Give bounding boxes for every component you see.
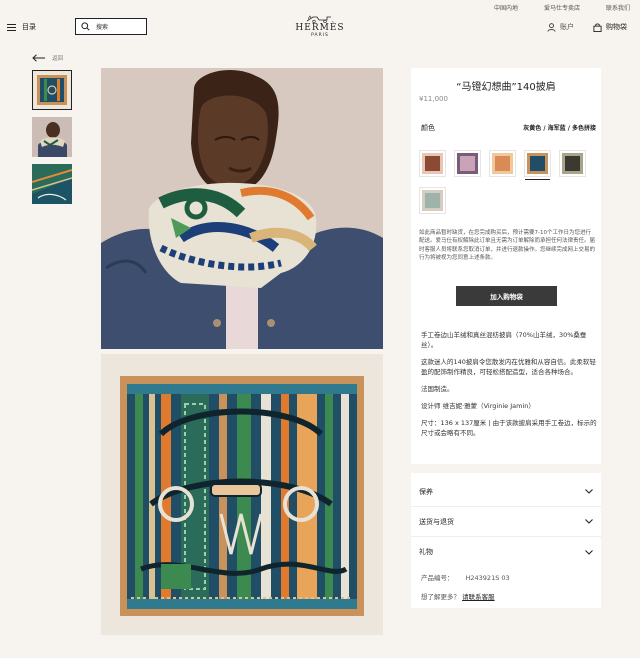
account-label: 账户	[560, 23, 574, 31]
logo-city: PARIS	[311, 33, 329, 38]
chevron-down-icon	[585, 549, 593, 555]
chevron-down-icon	[585, 489, 593, 494]
swatch-brown[interactable]	[419, 150, 446, 177]
swatch-orange[interactable]	[489, 150, 516, 177]
accordion-gift[interactable]: 礼物	[411, 537, 601, 567]
product-price: ¥11,000	[419, 95, 448, 103]
user-icon	[547, 22, 556, 32]
hermes-logo[interactable]: HERMÈS PARIS	[290, 14, 350, 38]
color-value: 灰黄色 / 海军蓝 / 多色拼接	[523, 125, 596, 132]
accordion-delivery-label: 送货与退货	[419, 517, 454, 526]
info-accordion: 保养 送货与退货 礼物 产品编号： H243921S 03 想了解更多？ 请联系客…	[411, 473, 601, 608]
model-thumb	[32, 117, 72, 157]
swatch-grey-fill	[422, 190, 443, 211]
thumbnail-scarf-flat[interactable]	[32, 70, 72, 110]
back-link[interactable]: 返回	[32, 54, 63, 62]
swatch-navy-fill	[527, 153, 548, 174]
arrow-left-icon	[32, 54, 45, 62]
logo-brand: HERMÈS	[295, 23, 345, 33]
description-designer: 设计师 维吉妮·雅蒙（Virginie Jamin）	[421, 402, 535, 410]
product-reference: 产品编号： H243921S 03	[421, 572, 510, 582]
product-title: “马镫幻想曲”140披肩	[456, 82, 556, 93]
stores-link[interactable]: 爱马仕专卖店	[544, 3, 580, 12]
top-utility-bar: 中国内地 爱马仕专卖店 联系我们	[0, 0, 640, 12]
swatch-black[interactable]	[559, 150, 586, 177]
product-info-panel: “马镫幻想曲”140披肩 ¥11,000 颜色 灰黄色 / 海军蓝 / 多色拼接…	[411, 68, 601, 464]
swatch-pink-fill	[457, 153, 478, 174]
contact-service-link[interactable]: 请联系客服	[462, 593, 495, 601]
swatch-navy[interactable]	[524, 150, 551, 180]
color-label: 颜色	[421, 124, 435, 132]
reference-value: H243921S 03	[465, 574, 510, 582]
product-description: 手工卷边山羊绒和真丝混纺披肩（70%山羊绒，30%桑蚕丝）。 这款迷人的140披…	[421, 330, 597, 445]
site-header: 目录 搜索 HERMÈS PARIS 账户 购物袋	[0, 12, 640, 46]
accordion-gift-label: 礼物	[419, 548, 433, 556]
product-photo-scarf[interactable]	[101, 354, 383, 635]
swatch-brown-fill	[422, 153, 443, 174]
contact-prefix: 想了解更多？	[421, 593, 460, 601]
menu-button[interactable]: 目录	[7, 22, 36, 32]
shopping-bag-button[interactable]: 购物袋	[593, 22, 627, 32]
reference-label: 产品编号：	[421, 574, 454, 582]
carriage-icon	[290, 14, 350, 23]
add-to-bag-button[interactable]: 加入购物袋	[456, 286, 557, 306]
search-input[interactable]: 搜索	[75, 18, 147, 35]
shopping-bag-icon	[593, 22, 602, 32]
thumbnail-list	[32, 70, 72, 204]
accordion-care[interactable]: 保养	[411, 477, 601, 507]
description-size: 尺寸：136 x 137厘米 | 由于该款披肩采用手工卷边，标示的尺寸或会略有不…	[421, 419, 597, 437]
description-origin: 法国制造。	[421, 385, 454, 393]
hamburger-icon	[7, 23, 16, 31]
contact-line: 想了解更多？ 请联系客服	[421, 591, 495, 601]
model-photo	[101, 68, 383, 349]
swatch-grey[interactable]	[419, 187, 446, 214]
thumbnail-scarf-folded[interactable]	[32, 164, 72, 204]
contact-link[interactable]: 联系我们	[606, 3, 630, 12]
scarf-photo	[101, 354, 383, 635]
region-link[interactable]: 中国内地	[494, 3, 518, 12]
back-label: 返回	[52, 56, 64, 62]
accordion-delivery[interactable]: 送货与退货	[411, 507, 601, 537]
swatch-pink[interactable]	[454, 150, 481, 177]
bag-label: 购物袋	[606, 23, 627, 31]
scarf-folded-thumb	[32, 164, 72, 204]
color-swatches	[419, 150, 599, 214]
order-note: 如此商品暂时缺货，在您完成购买后，预计需要7-10个工作日为您进行配送。爱马仕有…	[419, 230, 596, 261]
thumbnail-model[interactable]	[32, 117, 72, 157]
swatch-orange-fill	[492, 153, 513, 174]
swatch-black-fill	[562, 153, 583, 174]
description-material: 手工卷边山羊绒和真丝混纺披肩（70%山羊绒，30%桑蚕丝）。	[421, 331, 587, 349]
chevron-down-icon	[585, 519, 593, 524]
menu-label: 目录	[22, 23, 36, 31]
scarf-flat-thumb	[33, 71, 71, 109]
search-placeholder: 搜索	[96, 24, 109, 31]
accordion-care-label: 保养	[419, 487, 433, 496]
search-icon	[81, 22, 90, 31]
top-links: 中国内地 爱马仕专卖店 联系我们	[494, 3, 630, 12]
account-button[interactable]: 账户	[547, 22, 574, 32]
product-photo-model[interactable]	[101, 68, 383, 349]
description-intro: 这款迷人的140披肩令您散发内在优雅和从容自信。此柔软轻盈的配饰制作精良，可轻松…	[421, 358, 596, 376]
